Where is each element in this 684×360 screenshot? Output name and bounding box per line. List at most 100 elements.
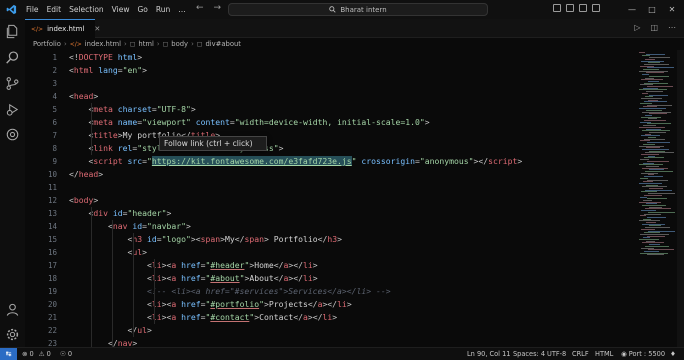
chevron-right-icon: › (191, 40, 194, 48)
code-text: <div id="header"> (89, 208, 172, 218)
title-bar: File Edit Selection View Go Run … ← → Bh… (0, 0, 684, 19)
menu-view[interactable]: View (108, 5, 134, 14)
code-line[interactable]: 10 </head> (25, 168, 637, 181)
code-line[interactable]: 5 <meta charset="UTF-8"> (25, 103, 637, 116)
editor-scrollbar[interactable] (677, 50, 684, 347)
encoding[interactable]: UTF-8 (547, 348, 566, 360)
menu-edit[interactable]: Edit (43, 5, 66, 14)
code-line[interactable]: 13 <div id="header"> (25, 207, 637, 220)
notifications-bell-icon[interactable]: ♦ (670, 348, 676, 360)
code-line[interactable]: 22 </ul> (25, 324, 637, 337)
accounts-icon[interactable] (5, 302, 20, 317)
customize-layout-icon[interactable] (592, 4, 600, 12)
minimap-line (649, 131, 666, 133)
breadcrumb-file[interactable]: index.html (85, 40, 121, 48)
line-number: 22 (47, 326, 57, 335)
breadcrumb-div-about[interactable]: div#about (205, 40, 241, 48)
code-text: <li><a href="#header">Home</a></li> (146, 260, 318, 270)
language-mode[interactable]: HTML (595, 348, 613, 360)
menu-run[interactable]: Run (152, 5, 174, 14)
maximize-icon[interactable]: □ (642, 5, 662, 14)
code-text: </head> (69, 169, 104, 179)
more-actions-icon[interactable]: ⋯ (668, 23, 676, 32)
editor-tabs: </> index.html ✕ ▷ ◫ ⋯ (25, 19, 684, 38)
code-line[interactable]: 2 <html lang="en"> (25, 64, 637, 77)
line-number: 12 (47, 196, 57, 205)
code-line[interactable]: 9 <script src="https://kit.fontawesome.c… (25, 155, 637, 168)
code-line[interactable]: 3 (25, 77, 637, 90)
manage-gear-icon[interactable] (5, 327, 20, 342)
element-icon: ◻ (196, 40, 203, 48)
menu-more[interactable]: … (174, 5, 190, 14)
toggle-primary-sidebar-icon[interactable] (553, 4, 561, 12)
breadcrumb-folder[interactable]: Portfolio (33, 40, 61, 48)
tab-label: index.html (47, 25, 85, 33)
menu-file[interactable]: File (22, 5, 43, 14)
code-line[interactable]: 14 <nav id="navbar"> (25, 220, 637, 233)
line-number: 8 (52, 144, 57, 153)
source-control-icon[interactable] (5, 76, 20, 91)
code-line[interactable]: 8 <link rel="stylesheet" href="style.css… (25, 142, 637, 155)
tab-index-html[interactable]: </> index.html ✕ (25, 19, 100, 38)
split-editor-icon[interactable]: ◫ (650, 23, 658, 32)
breadcrumb-html[interactable]: html (138, 40, 153, 48)
code-line[interactable]: 15 <h3 id="logo"><span>My</span> Portfol… (25, 233, 637, 246)
line-number: 2 (52, 66, 57, 75)
indent-guide (91, 207, 92, 350)
ports-indicator[interactable]: ☉ 0 (60, 348, 72, 360)
code-text: <meta name="viewport" content="width=dev… (89, 117, 430, 127)
code-line[interactable]: 1 <!DOCTYPE html> (25, 51, 637, 64)
toggle-panel-icon[interactable] (566, 4, 574, 12)
back-arrow-icon[interactable]: ← (196, 3, 204, 13)
cursor-position[interactable]: Ln 90, Col 11 (467, 348, 511, 360)
close-icon[interactable]: ✕ (662, 5, 682, 14)
menu-selection[interactable]: Selection (65, 5, 108, 14)
radio-tower-icon: ☉ (60, 350, 66, 358)
code-line[interactable]: 19 <!-- <li><a href="#services">Services… (25, 285, 637, 298)
code-text: <body> (69, 195, 99, 205)
run-debug-icon[interactable] (5, 102, 20, 117)
problems-indicator[interactable]: ⊗ 0 ⚠ 0 (22, 348, 51, 360)
tab-close-icon[interactable]: ✕ (94, 25, 100, 33)
code-text: <h3 id="logo"><span>My</span> Portfolio<… (127, 234, 342, 244)
minimize-icon[interactable]: — (622, 5, 642, 14)
html-file-icon: </> (31, 25, 44, 33)
code-line[interactable]: 21 <li><a href="#contact">Contact</a></l… (25, 311, 637, 324)
menu-bar: File Edit Selection View Go Run … (22, 5, 190, 14)
command-center-search[interactable]: Bharat intern (228, 3, 488, 16)
run-icon[interactable]: ▷ (634, 23, 640, 32)
line-number: 11 (47, 183, 57, 192)
code-editor[interactable]: 1 <!DOCTYPE html> 2 <html lang="en"> 3 4 <head… (25, 50, 637, 360)
breadcrumb-body[interactable]: body (171, 40, 188, 48)
code-line[interactable]: 18 <li><a href="#about">About</a></li> (25, 272, 637, 285)
activity-bar (0, 19, 25, 347)
remote-indicator-icon[interactable]: ↹ (0, 348, 17, 360)
line-number: 14 (47, 222, 57, 231)
code-line[interactable]: 4 <head> (25, 90, 637, 103)
explorer-icon[interactable] (5, 24, 20, 39)
line-number: 10 (47, 170, 57, 179)
forward-arrow-icon[interactable]: → (214, 3, 222, 13)
code-line[interactable]: 11 (25, 181, 637, 194)
element-icon: ◻ (129, 40, 136, 48)
minimap-line (642, 92, 648, 94)
live-server-port[interactable]: ◉ Port : 5500 (621, 348, 665, 360)
code-line[interactable]: 12 <body> (25, 194, 637, 207)
line-number: 19 (47, 287, 57, 296)
search-view-icon[interactable] (5, 50, 20, 65)
minimap-line (642, 74, 649, 76)
end-of-line[interactable]: CRLF (572, 348, 589, 360)
minimap[interactable] (637, 50, 677, 347)
code-line[interactable]: 7 <title>My portfolio</title> (25, 129, 637, 142)
extensions-icon[interactable] (5, 127, 20, 142)
indentation[interactable]: Spaces: 4 (513, 348, 545, 360)
menu-go[interactable]: Go (133, 5, 151, 14)
code-line[interactable]: 17 <li><a href="#header">Home</a></li> (25, 259, 637, 272)
line-number: 16 (47, 248, 57, 257)
code-text: <!DOCTYPE html> (69, 52, 143, 62)
code-line[interactable]: 16 <ul> (25, 246, 637, 259)
code-line[interactable]: 6 <meta name="viewport" content="width=d… (25, 116, 637, 129)
history-nav: ← → (196, 3, 221, 13)
toggle-secondary-sidebar-icon[interactable] (579, 4, 587, 12)
code-line[interactable]: 20 <li><a href="#portfolio">Projects</a>… (25, 298, 637, 311)
